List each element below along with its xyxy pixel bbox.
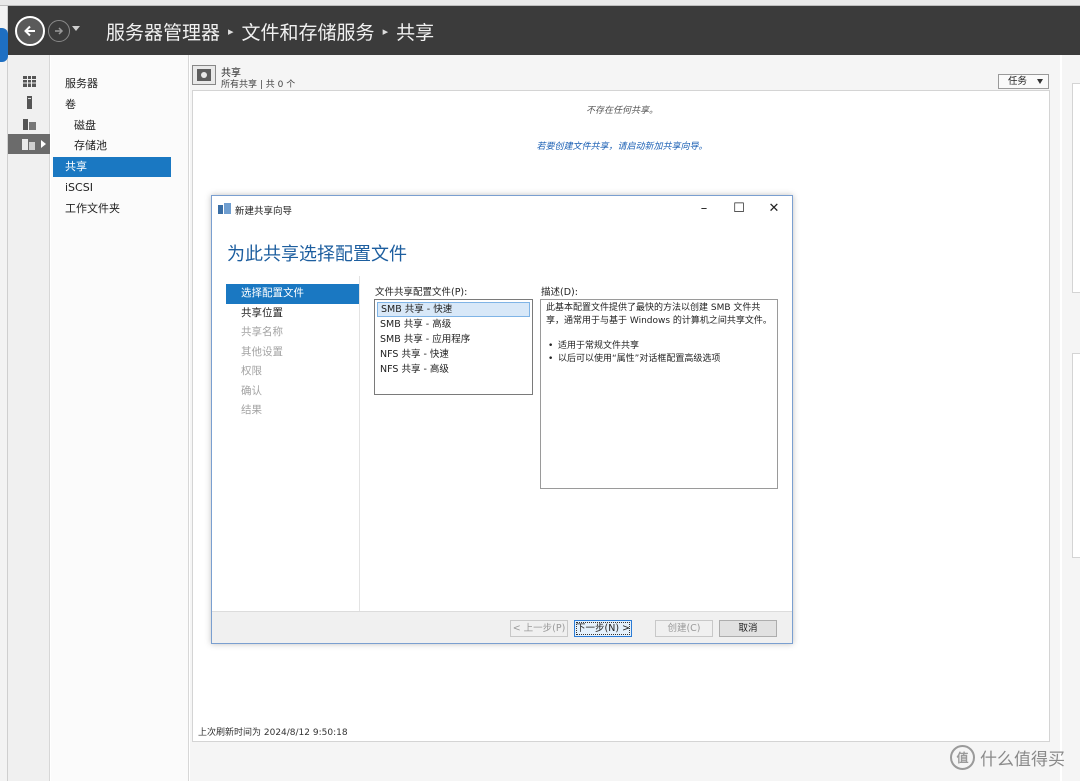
- breadcrumb: 服务器管理器 ▸ 文件和存储服务 ▸ 共享: [106, 18, 434, 45]
- wizard-step-other-settings: 其他设置: [241, 345, 283, 358]
- wizard-step-confirmation: 确认: [241, 384, 262, 397]
- sidebar-item-work-folders[interactable]: 工作文件夹: [53, 199, 171, 219]
- wizard-page-heading: 为此共享选择配置文件: [227, 244, 407, 265]
- sidebar-item-storage-pools[interactable]: 存储池: [53, 136, 171, 156]
- profile-option-smb-quick[interactable]: SMB 共享 - 快速: [377, 302, 530, 317]
- sidebar: 服务器 卷 磁盘 存储池 共享 iSCSI 工作文件夹: [51, 55, 189, 781]
- steps-divider: [359, 276, 360, 613]
- sidebar-item-servers[interactable]: 服务器: [53, 74, 171, 94]
- description-bullet: 以后可以使用“属性”对话框配置高级选项: [546, 353, 772, 366]
- back-button[interactable]: [15, 16, 45, 46]
- tasks-label: 任务: [1008, 76, 1028, 87]
- dialog-title-bar: 新建共享向导 – ☐ ✕: [212, 196, 792, 222]
- new-share-wizard-link[interactable]: 若要创建文件共享，请启动新加共享向导。: [193, 139, 1051, 152]
- sidebar-item-iscsi[interactable]: iSCSI: [53, 178, 171, 198]
- section-subtitle: 所有共享 | 共 0 个: [221, 80, 296, 90]
- profile-option-smb-applications[interactable]: SMB 共享 - 应用程序: [377, 332, 530, 347]
- shares-icon: [192, 65, 216, 85]
- close-icon[interactable]: ✕: [760, 199, 788, 219]
- wizard-step-share-name: 共享名称: [241, 326, 283, 338]
- breadcrumb-separator-icon: ▸: [228, 25, 234, 38]
- arrow-left-icon: [24, 25, 35, 37]
- sidebar-item-disks[interactable]: 磁盘: [53, 116, 171, 136]
- expand-arrow-icon: [41, 140, 46, 148]
- watermark-text: 什么值得买: [980, 750, 1065, 770]
- description-text: 此基本配置文件提供了最快的方法以创建 SMB 文件共享，通常用于与基于 Wind…: [546, 303, 772, 326]
- tasks-dropdown[interactable]: 任务: [998, 74, 1049, 89]
- profile-option-smb-advanced[interactable]: SMB 共享 - 高级: [377, 317, 530, 332]
- new-share-wizard-dialog: 新建共享向导 – ☐ ✕ 为此共享选择配置文件 选择配置文件 共享位置 共享名称…: [211, 195, 793, 644]
- wizard-step-select-profile[interactable]: 选择配置文件: [226, 284, 359, 304]
- history-dropdown-icon[interactable]: [72, 26, 80, 31]
- dashboard-icon[interactable]: [8, 71, 50, 91]
- next-button[interactable]: 下一步(N) >: [574, 620, 632, 637]
- profile-listbox[interactable]: SMB 共享 - 快速 SMB 共享 - 高级 SMB 共享 - 应用程序 NF…: [374, 299, 533, 395]
- breadcrumb-file-storage[interactable]: 文件和存储服务: [242, 18, 375, 45]
- wizard-app-icon: [218, 203, 231, 214]
- file-storage-services-icon[interactable]: [8, 134, 50, 154]
- last-refresh-status: 上次刷新时间为 2024/8/12 9:50:18: [198, 728, 348, 738]
- right-panel-edge: [1062, 55, 1080, 781]
- wizard-button-bar: < 上一步(P) 下一步(N) > 创建(C) 取消: [212, 611, 792, 643]
- arrow-right-icon: [55, 27, 64, 35]
- title-bar: 服务器管理器 ▸ 文件和存储服务 ▸ 共享: [8, 6, 1080, 55]
- wizard-step-permissions: 权限: [241, 365, 262, 377]
- cancel-button[interactable]: 取消: [719, 620, 777, 637]
- maximize-icon[interactable]: ☐: [725, 199, 753, 219]
- breadcrumb-server-manager[interactable]: 服务器管理器: [106, 18, 220, 45]
- profile-list-label: 文件共享配置文件(P):: [375, 287, 468, 298]
- chevron-down-icon: [1037, 79, 1043, 84]
- wizard-steps: 选择配置文件 共享位置 共享名称 其他设置 权限 确认 结果: [226, 284, 359, 421]
- profile-option-nfs-advanced[interactable]: NFS 共享 - 高级: [377, 362, 530, 377]
- navigation-icon-strip: [8, 55, 50, 781]
- sidebar-item-volumes[interactable]: 卷: [53, 95, 171, 115]
- forward-button[interactable]: [48, 20, 70, 42]
- all-servers-icon[interactable]: [8, 113, 50, 133]
- profile-description: 此基本配置文件提供了最快的方法以创建 SMB 文件共享，通常用于与基于 Wind…: [540, 299, 778, 489]
- description-label: 描述(D):: [541, 287, 578, 298]
- profile-option-nfs-quick[interactable]: NFS 共享 - 快速: [377, 347, 530, 362]
- description-bullets: 适用于常规文件共享 以后可以使用“属性”对话框配置高级选项: [546, 340, 772, 366]
- wizard-step-results: 结果: [241, 404, 262, 416]
- previous-button[interactable]: < 上一步(P): [510, 620, 568, 637]
- description-bullet: 适用于常规文件共享: [546, 340, 772, 353]
- watermark-logo-icon: 值: [950, 745, 975, 770]
- breadcrumb-shares: 共享: [396, 22, 435, 44]
- dialog-title: 新建共享向导: [235, 206, 293, 217]
- create-button[interactable]: 创建(C): [655, 620, 713, 637]
- local-server-icon[interactable]: [8, 92, 50, 112]
- sidebar-item-shares[interactable]: 共享: [53, 157, 171, 177]
- empty-state-message: 不存在任何共享。: [585, 106, 658, 116]
- breadcrumb-separator-icon: ▸: [382, 25, 389, 38]
- background-window-edge: [0, 6, 8, 781]
- background-window-fragment: [0, 28, 8, 62]
- quota-panel-edge: [1072, 353, 1080, 558]
- minimize-icon[interactable]: –: [690, 199, 718, 219]
- watermark: 值 什么值得买: [950, 745, 1065, 770]
- volumes-panel-edge: [1072, 83, 1080, 293]
- wizard-step-share-location[interactable]: 共享位置: [226, 304, 359, 324]
